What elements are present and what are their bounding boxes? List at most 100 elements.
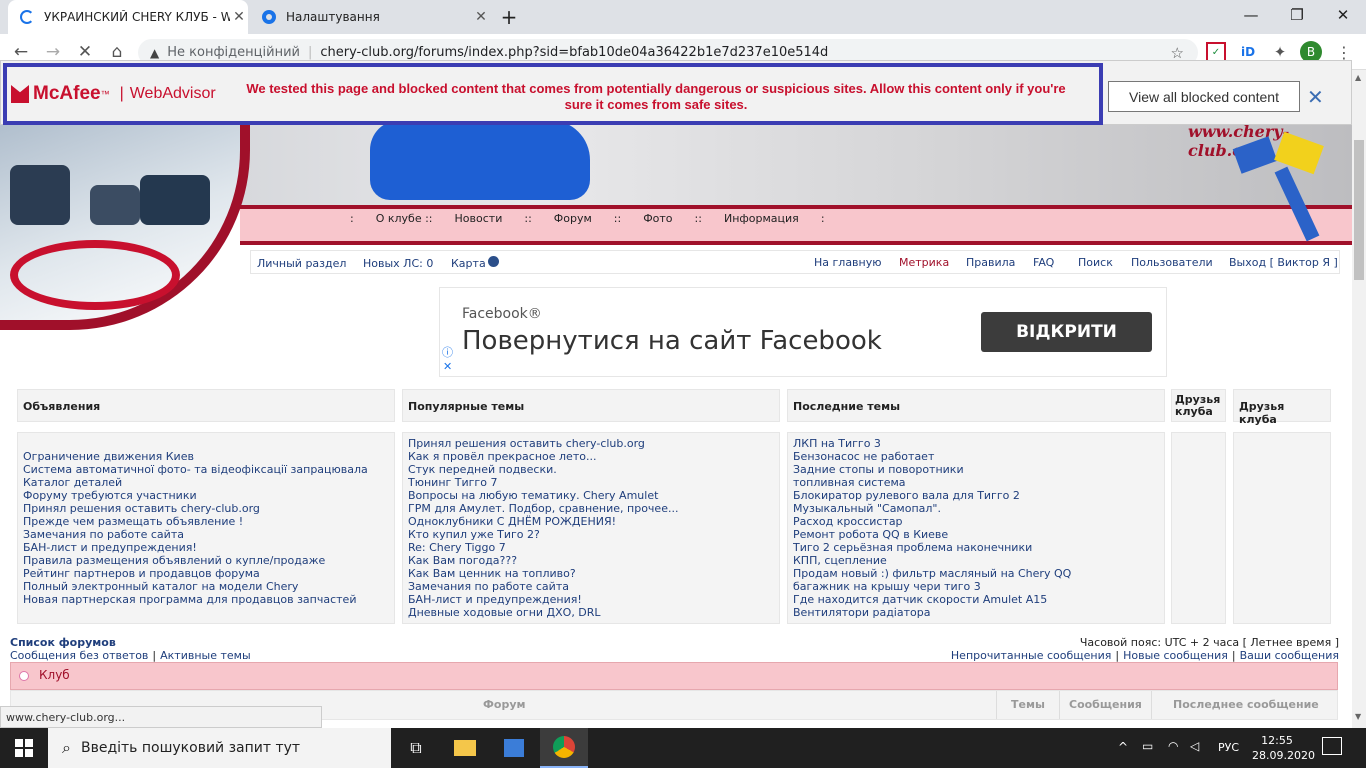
link-home[interactable]: На главную: [814, 256, 882, 269]
list-item[interactable]: Расход кроссистар: [793, 515, 1159, 528]
list-item[interactable]: Система автоматичної фото- та відеофікса…: [23, 463, 389, 476]
tab-close-icon[interactable]: ✕: [472, 9, 490, 25]
menu-photo[interactable]: Фото: [643, 212, 672, 225]
task-view-icon[interactable]: ⧉: [392, 728, 440, 768]
file-explorer-icon[interactable]: [441, 728, 489, 768]
list-item[interactable]: Замечания по работе сайта: [23, 528, 389, 541]
list-item[interactable]: Полный электронный каталог на модели Che…: [23, 580, 389, 593]
list-item[interactable]: Новая партнерская программа для продавцо…: [23, 593, 389, 606]
scroll-thumb[interactable]: [1354, 140, 1364, 280]
store-icon[interactable]: [490, 728, 538, 768]
unanswered-link[interactable]: Сообщения без ответов: [10, 649, 148, 662]
list-item[interactable]: Как Вам ценник на топливо?: [408, 567, 774, 580]
tray-chevron-icon[interactable]: ^: [1118, 740, 1128, 754]
new-posts-link[interactable]: Новые сообщения: [1123, 649, 1228, 662]
link-metrics[interactable]: Метрика: [899, 256, 949, 269]
view-blocked-content-button[interactable]: View all blocked content: [1108, 81, 1300, 112]
list-item[interactable]: Кто купил уже Тиго 2?: [408, 528, 774, 541]
list-item[interactable]: Ограничение движения Киев: [23, 450, 389, 463]
link-map[interactable]: Карта: [451, 257, 486, 270]
tab-close-icon[interactable]: ✕: [230, 9, 248, 25]
ad-open-button[interactable]: ВІДКРИТИ: [981, 312, 1152, 352]
link-faq[interactable]: FAQ: [1033, 256, 1054, 269]
chrome-taskbar-icon[interactable]: [540, 728, 588, 768]
list-item[interactable]: Ремонт робота QQ в Киеве: [793, 528, 1159, 541]
windows-start-icon[interactable]: [0, 728, 48, 768]
tab-settings[interactable]: Налаштування ✕: [250, 0, 490, 34]
ad-headline[interactable]: Повернутися на сайт Facebook: [462, 326, 882, 356]
list-item[interactable]: Каталог деталей: [23, 476, 389, 489]
ad-close-icon[interactable]: ✕: [443, 360, 452, 373]
url-text[interactable]: chery-club.org/forums/index.php?sid=bfab…: [320, 45, 828, 60]
list-item[interactable]: БАН-лист и предупреждения!: [23, 541, 389, 554]
list-item[interactable]: Правила размещения объявлений о купле/пр…: [23, 554, 389, 567]
list-item[interactable]: Вопросы на любую тематику. Chery Amulet: [408, 489, 774, 502]
link-users[interactable]: Пользователи: [1131, 256, 1213, 269]
list-item[interactable]: Замечания по работе сайта: [408, 580, 774, 593]
close-window-button[interactable]: ✕: [1320, 0, 1366, 30]
mcafee-close-icon[interactable]: ✕: [1307, 85, 1324, 109]
menu-forum[interactable]: Форум: [554, 212, 592, 225]
list-item[interactable]: ГРМ для Амулет. Подбор, сравнение, проче…: [408, 502, 774, 515]
link-new-pm[interactable]: Новых ЛС: 0: [363, 257, 433, 270]
list-item[interactable]: БАН-лист и предупреждения!: [408, 593, 774, 606]
list-item[interactable]: Re: Chery Tiggo 7: [408, 541, 774, 554]
scroll-up-icon[interactable]: ▲: [1355, 73, 1361, 82]
list-item[interactable]: багажник на крышу чери тиго 3: [793, 580, 1159, 593]
clock[interactable]: 12:55 28.09.2020: [1252, 733, 1315, 763]
maximize-button[interactable]: ❐: [1274, 0, 1320, 30]
list-item[interactable]: Рейтинг партнеров и продавцов форума: [23, 567, 389, 580]
list-item[interactable]: Как Вам погода???: [408, 554, 774, 567]
list-item[interactable]: Продам новый :) фильтр масляный на Chery…: [793, 567, 1159, 580]
category-title[interactable]: Клуб: [39, 668, 70, 682]
list-item[interactable]: ЛКП на Тигго 3: [793, 437, 1159, 450]
list-item[interactable]: Тюнинг Тигго 7: [408, 476, 774, 489]
list-item[interactable]: Задние стопы и поворотники: [793, 463, 1159, 476]
new-tab-button[interactable]: +: [496, 5, 522, 29]
list-item[interactable]: Музыкальный "Самопал".: [793, 502, 1159, 515]
mcafee-extension-icon[interactable]: ✓: [1206, 42, 1226, 62]
notifications-icon[interactable]: [1322, 737, 1342, 755]
star-icon[interactable]: ☆: [1171, 44, 1184, 62]
taskbar-search-box[interactable]: ⌕ Введіть пошуковий запит тут: [48, 728, 391, 768]
active-topics-link[interactable]: Активные темы: [160, 649, 251, 662]
list-item[interactable]: Прежде чем размещать объявление !: [23, 515, 389, 528]
list-item[interactable]: Одноклубники С ДНЁМ РОЖДЕНИЯ!: [408, 515, 774, 528]
link-logout[interactable]: Выход [ Виктор Я ]: [1229, 256, 1338, 269]
unread-link[interactable]: Непрочитанные сообщения: [951, 649, 1111, 662]
list-item[interactable]: Тиго 2 серьёзная проблема наконечники: [793, 541, 1159, 554]
list-item[interactable]: Стук передней подвески.: [408, 463, 774, 476]
list-item[interactable]: Вентилятори радіатора: [793, 606, 1159, 619]
facebook-ad[interactable]: Facebook® Повернутися на сайт Facebook В…: [439, 287, 1167, 377]
security-label[interactable]: Не конфіденційний: [167, 45, 300, 60]
menu-about[interactable]: О клубе ::: [376, 212, 433, 225]
menu-info[interactable]: Информация: [724, 212, 799, 225]
list-item[interactable]: Где находится датчик скорости Amulet A15: [793, 593, 1159, 606]
link-rules[interactable]: Правила: [966, 256, 1015, 269]
list-item[interactable]: Принял решения оставить chery-club.org: [408, 437, 774, 450]
list-item[interactable]: Блокиратор рулевого вала для Тигго 2: [793, 489, 1159, 502]
extensions-puzzle-icon[interactable]: ✦: [1270, 42, 1290, 62]
minimize-button[interactable]: —: [1228, 0, 1274, 30]
menu-kebab-icon[interactable]: ⋮: [1334, 42, 1354, 62]
adchoices-icon[interactable]: ⓘ: [442, 344, 453, 360]
list-item[interactable]: Как я провёл прекрасное лето...: [408, 450, 774, 463]
language-indicator[interactable]: РУС: [1218, 741, 1239, 754]
list-item[interactable]: топливная система: [793, 476, 1159, 489]
list-item[interactable]: Бензонасос не работает: [793, 450, 1159, 463]
battery-icon[interactable]: ▭: [1142, 739, 1153, 753]
list-item[interactable]: Форуму требуются участники: [23, 489, 389, 502]
page-scrollbar[interactable]: ▲ ▼: [1352, 70, 1366, 728]
menu-news[interactable]: Новости: [455, 212, 503, 225]
scroll-down-icon[interactable]: ▼: [1355, 712, 1361, 721]
volume-icon[interactable]: ◁: [1190, 739, 1199, 753]
your-posts-link[interactable]: Ваши сообщения: [1240, 649, 1339, 662]
list-item[interactable]: Дневные ходовые огни ДХО, DRL: [408, 606, 774, 619]
forum-list-link[interactable]: Список форумов: [10, 636, 116, 649]
tab-active[interactable]: УКРАИНСКИЙ CHERY КЛУБ - WWW ✕: [8, 0, 248, 34]
wifi-icon[interactable]: ◠: [1168, 739, 1178, 753]
link-search[interactable]: Поиск: [1078, 256, 1113, 269]
list-item[interactable]: Принял решения оставить chery-club.org: [23, 502, 389, 515]
list-item[interactable]: КПП, сцепление: [793, 554, 1159, 567]
warning-icon[interactable]: ▲: [150, 46, 159, 60]
